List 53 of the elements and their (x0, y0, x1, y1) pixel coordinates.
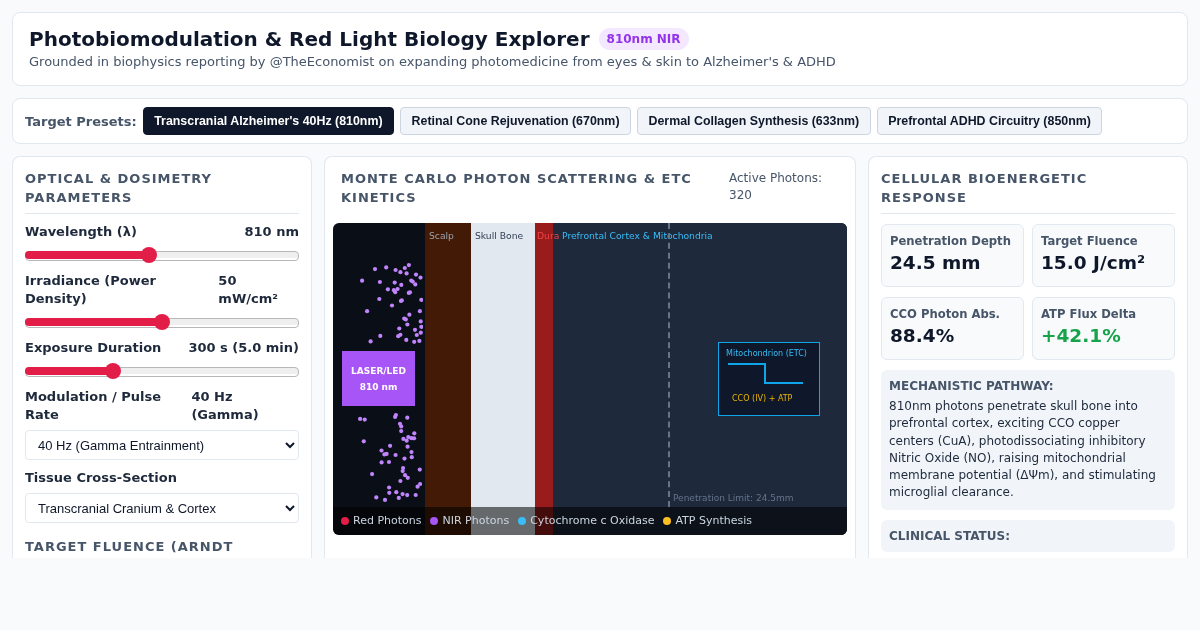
preset-button[interactable]: Transcranial Alzheimer's 40Hz (810nm) (142, 107, 395, 135)
preset-button[interactable]: Retinal Cone Rejuvenation (670nm) (400, 107, 631, 135)
preset-button[interactable]: Prefrontal ADHD Circuitry (850nm) (876, 107, 1103, 135)
metric-value: +42.1% (1041, 324, 1122, 348)
source-label: LASER/LED (351, 364, 406, 377)
metric-value: 88.4% (890, 324, 956, 348)
slider-thumb[interactable] (104, 363, 121, 379)
field-value: 810 nm (244, 223, 299, 241)
layer-label: Scalp (429, 230, 454, 242)
range-slider[interactable] (25, 363, 299, 379)
metric-label: Target Fluence (1041, 233, 1139, 249)
field-value: 40 Hz (Gamma) (191, 388, 260, 424)
layer-label: Skull Bone (475, 230, 524, 242)
mechanism-text: 810nm photons penetrate skull bone into prefrontal cortex, exciting CCO copper centers (CuA), photodissociating inhibitory Nitric Oxide (NO), raising mitochondrial membrane potential (ΔΨm), and stimulating microglial clearance. (889, 398, 1157, 502)
energy-step-icon (728, 363, 803, 384)
source-wavelength: 810 nm (359, 380, 398, 393)
metric-label: CCO Photon Abs. (890, 306, 1001, 322)
card-title: OPTICAL & DOSIMETRY PARAMETERS (25, 169, 299, 214)
field-label: Exposure Duration (25, 339, 162, 357)
field-label: Tissue Cross-Section (25, 469, 177, 487)
penetration-limit-label: Penetration Limit: 24.5mm (673, 493, 794, 504)
section-title: TARGET FLUENCE (ARNDT (25, 538, 235, 556)
metric-value: 24.5 mm (890, 251, 982, 275)
legend-label: ATP Synthesis (675, 514, 752, 528)
wavelength-badge: 810nm NIR (598, 28, 689, 50)
preset-button[interactable]: Dermal Collagen Synthesis (633nm) (637, 107, 871, 135)
range-slider[interactable] (25, 247, 299, 263)
field-label: Irradiance (Power Density) (25, 272, 157, 308)
field-value: 50 mW/cm² (218, 272, 279, 308)
mechanism-title: MECHANISTIC PATHWAY: (889, 378, 1055, 394)
field-label: Wavelength (λ) (25, 223, 137, 241)
slider-thumb[interactable] (154, 314, 170, 330)
presets-label: Target Presets: (25, 113, 137, 129)
legend-label: Cytochrome c Oxidase (530, 514, 655, 528)
clinical-status-title: CLINICAL STATUS: (889, 527, 1011, 544)
range-slider[interactable] (25, 314, 299, 330)
dropdown-select[interactable]: 40 Hz (Gamma Entrainment) (25, 430, 299, 460)
page-title: Photobiomodulation & Red Light Biology Explorer (29, 26, 590, 52)
metric-label: Penetration Depth (890, 233, 1012, 249)
slider-thumb[interactable] (141, 247, 158, 263)
page-subtitle: Grounded in biophysics reporting by @TheEconomist on expanding photomedicine from eyes & skin to Alzheimer's & ADHD (29, 53, 837, 71)
metric-label: ATP Flux Delta (1041, 306, 1137, 322)
card-title: CELLULAR BIOENERGETIC RESPONSE (881, 169, 1175, 214)
dropdown-select[interactable]: Transcranial Cranium & Cortex (25, 493, 299, 523)
layer-label: Prefrontal Cortex & Mitochondria (562, 230, 713, 242)
card-title: MONTE CARLO PHOTON SCATTERING & ETC KINETICS (341, 170, 693, 207)
photon-count: Active Photons: 320 (729, 170, 824, 204)
field-value: 300 s (5.0 min) (188, 339, 299, 357)
mitochondrion-title: Mitochondrion (ETC) (726, 348, 807, 359)
field-label: Modulation / Pulse Rate (25, 388, 163, 424)
mitochondrion-caption: CCO (IV) + ATP (732, 393, 793, 404)
metric-value: 15.0 J/cm² (1041, 251, 1147, 275)
legend-label: Red Photons (353, 514, 422, 528)
